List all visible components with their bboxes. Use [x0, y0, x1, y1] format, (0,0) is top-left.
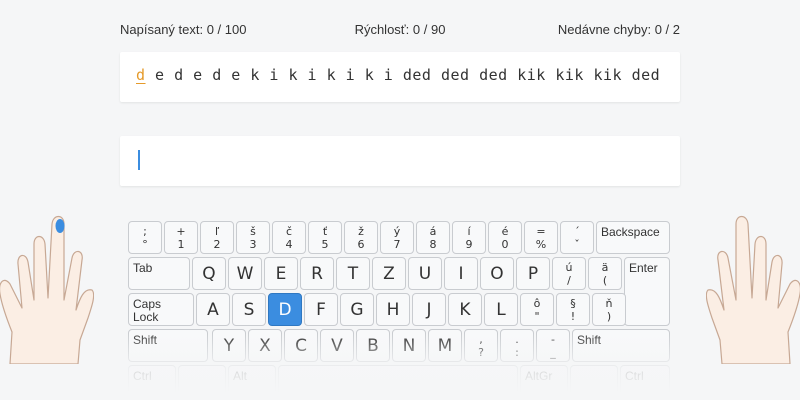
- key-k[interactable]: K: [448, 293, 482, 326]
- key-h[interactable]: H: [376, 293, 410, 326]
- key-9[interactable]: í9: [452, 221, 486, 254]
- key-1[interactable]: +1: [164, 221, 198, 254]
- key-o[interactable]: O: [480, 257, 514, 290]
- key-b[interactable]: B: [356, 329, 390, 362]
- key-period[interactable]: .:: [500, 329, 534, 362]
- key-shift-left[interactable]: Shift: [128, 329, 208, 362]
- key-acute[interactable]: ´ ˇ: [560, 221, 594, 254]
- key-a[interactable]: A: [196, 293, 230, 326]
- key-space[interactable]: [278, 365, 518, 393]
- key-0[interactable]: é0: [488, 221, 522, 254]
- key-l[interactable]: L: [484, 293, 518, 326]
- key-w[interactable]: W: [228, 257, 262, 290]
- key-z[interactable]: Z: [372, 257, 406, 290]
- key-minus[interactable]: - _: [536, 329, 570, 362]
- key-4[interactable]: č4: [272, 221, 306, 254]
- key-ctrl-right[interactable]: Ctrl: [620, 365, 670, 393]
- key-p[interactable]: P: [516, 257, 550, 290]
- text-caret: [138, 150, 140, 170]
- key-q[interactable]: Q: [192, 257, 226, 290]
- key-7[interactable]: ý7: [380, 221, 414, 254]
- key-o-circumflex[interactable]: ô ": [520, 293, 554, 326]
- key-caps-lock[interactable]: Caps Lock: [128, 293, 194, 326]
- right-hand-icon: [706, 215, 800, 364]
- typing-input-area[interactable]: [120, 136, 680, 186]
- key-backspace[interactable]: Backspace: [596, 221, 670, 254]
- key-equals[interactable]: =%: [524, 221, 558, 254]
- key-6[interactable]: ž6: [344, 221, 378, 254]
- key-e[interactable]: E: [264, 257, 298, 290]
- key-u-acute[interactable]: ú /: [552, 257, 586, 290]
- lesson-text: d e d e d e k i k i k i k i ded ded ded …: [136, 66, 660, 84]
- key-d[interactable]: D: [268, 293, 302, 326]
- remaining-text: e d e d e k i k i k i k i ded ded ded ki…: [145, 66, 661, 84]
- key-g[interactable]: G: [340, 293, 374, 326]
- key-r[interactable]: R: [300, 257, 334, 290]
- key-tab[interactable]: Tab: [128, 257, 190, 290]
- key-c[interactable]: C: [284, 329, 318, 362]
- key-a-umlaut[interactable]: ä(: [588, 257, 622, 290]
- key-semicolon[interactable]: ; °: [128, 221, 162, 254]
- key-x[interactable]: X: [248, 329, 282, 362]
- key-j[interactable]: J: [412, 293, 446, 326]
- key-m[interactable]: M: [428, 329, 462, 362]
- key-n-caron[interactable]: ň): [592, 293, 626, 326]
- key-u[interactable]: U: [408, 257, 442, 290]
- key-5[interactable]: ť5: [308, 221, 342, 254]
- key-i[interactable]: I: [444, 257, 478, 290]
- stats-bar: Napísaný text: 0 / 100 Rýchlosť: 0 / 90 …: [120, 22, 680, 40]
- virtual-keyboard: ; ° +1 ľ2 š3 č4 ť5 ž6 ý7 á8 í9 é0 =% ´ ˇ B…: [128, 218, 672, 393]
- left-hand-icon: [0, 215, 94, 364]
- key-enter[interactable]: Enter: [624, 257, 670, 326]
- lesson-text-panel: d e d e d e k i k i k i k i ded ded ded …: [120, 52, 680, 102]
- key-t[interactable]: T: [336, 257, 370, 290]
- key-alt-left[interactable]: Alt: [228, 365, 276, 393]
- key-v[interactable]: V: [320, 329, 354, 362]
- key-3[interactable]: š3: [236, 221, 270, 254]
- key-win-right[interactable]: [570, 365, 618, 393]
- key-win-left[interactable]: [178, 365, 226, 393]
- key-altgr[interactable]: AltGr: [520, 365, 568, 393]
- key-ctrl-left[interactable]: Ctrl: [128, 365, 176, 393]
- key-8[interactable]: á8: [416, 221, 450, 254]
- active-finger-marker: [55, 219, 65, 233]
- key-y[interactable]: Y: [212, 329, 246, 362]
- key-f[interactable]: F: [304, 293, 338, 326]
- key-section[interactable]: §!: [556, 293, 590, 326]
- recent-errors-stat: Nedávne chyby: 0 / 2: [557, 22, 680, 37]
- key-s[interactable]: S: [232, 293, 266, 326]
- key-2[interactable]: ľ2: [200, 221, 234, 254]
- key-comma[interactable]: ,?: [464, 329, 498, 362]
- key-n[interactable]: N: [392, 329, 426, 362]
- key-shift-right[interactable]: Shift: [572, 329, 670, 362]
- current-char: d: [136, 66, 146, 84]
